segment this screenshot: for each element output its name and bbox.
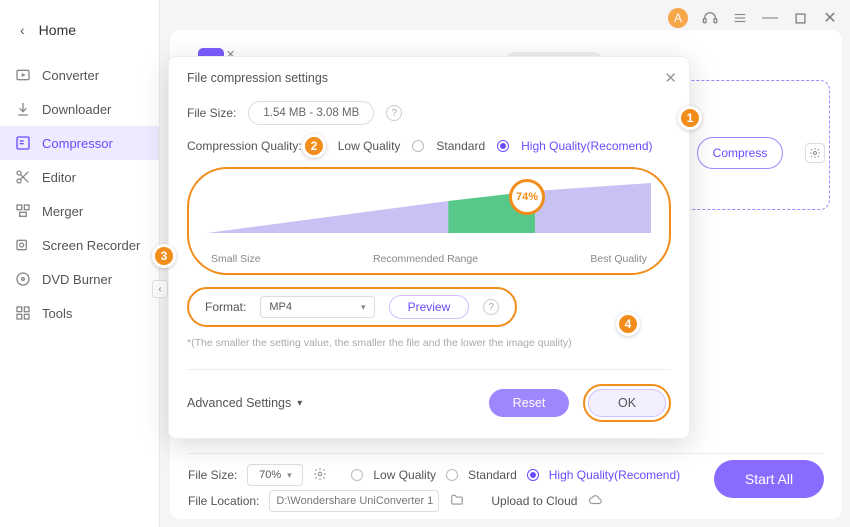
bottom-bar: File Size: 70%▾ Low Quality Standard Hig… (188, 453, 824, 513)
radio-standard[interactable] (446, 469, 458, 481)
slider-thumb[interactable]: 74% (509, 179, 545, 215)
bottom-high-label: High Quality(Recomend) (549, 468, 680, 482)
format-row: Format: MP4▾ Preview ? (187, 287, 517, 327)
hamburger-icon[interactable] (732, 11, 748, 25)
start-all-button[interactable]: Start All (714, 460, 824, 498)
upload-cloud-label: Upload to Cloud (491, 494, 577, 508)
file-size-range[interactable]: 1.54 MB - 3.08 MB (248, 101, 374, 125)
reset-button[interactable]: Reset (489, 389, 569, 417)
slider-label-small: Small Size (211, 253, 261, 265)
sidebar-item-dvd-burner[interactable]: DVD Burner (0, 262, 159, 296)
merge-icon (14, 203, 32, 219)
grid-icon (14, 305, 32, 321)
sidebar-item-tools[interactable]: Tools (0, 296, 159, 330)
bottom-standard-label: Standard (468, 468, 517, 482)
step-badge-1: 1 (678, 106, 702, 130)
ok-highlight: OK (583, 384, 671, 422)
record-icon (14, 237, 32, 253)
compression-settings-modal: File compression settings ✕ File Size: 1… (168, 56, 690, 439)
sidebar-item-label: Merger (42, 204, 83, 219)
sidebar-item-label: Compressor (42, 136, 113, 151)
sidebar-item-converter[interactable]: Converter (0, 58, 159, 92)
converter-icon (14, 67, 32, 83)
sidebar-item-label: DVD Burner (42, 272, 112, 287)
sidebar-item-compressor[interactable]: Compressor (0, 126, 159, 160)
back-home[interactable]: ‹ Home (0, 22, 159, 58)
quality-label: Compression Quality: (187, 139, 302, 153)
step-badge-2: 2 (302, 134, 326, 158)
headset-icon[interactable] (702, 10, 718, 26)
user-avatar[interactable]: A (668, 8, 688, 28)
bottom-low-label: Low Quality (373, 468, 436, 482)
modal-title: File compression settings (187, 71, 671, 85)
modal-close-icon[interactable]: ✕ (664, 69, 677, 87)
sidebar-item-label: Tools (42, 306, 72, 321)
low-quality-label: Low Quality (338, 139, 401, 153)
sidebar-item-label: Screen Recorder (42, 238, 140, 253)
format-label: Format: (205, 300, 246, 314)
chevron-down-icon: ▾ (297, 398, 302, 409)
cloud-icon[interactable] (587, 493, 605, 510)
collapse-handle[interactable]: ‹ (152, 280, 168, 298)
sidebar: ‹ Home Converter Downloader Compressor E… (0, 0, 160, 527)
compress-button[interactable]: Compress (697, 137, 783, 169)
slider-wedge-graphic (207, 183, 651, 253)
ok-button[interactable]: OK (588, 389, 666, 417)
close-icon[interactable]: ✕ (822, 8, 838, 28)
quality-slider[interactable]: 74% Small Size Recommended Range Best Qu… (187, 167, 671, 275)
bottom-file-size-label: File Size: (188, 468, 237, 482)
back-label: Home (39, 22, 76, 38)
sidebar-item-downloader[interactable]: Downloader (0, 92, 159, 126)
sidebar-item-label: Converter (42, 68, 99, 83)
bottom-location-label: File Location: (188, 494, 259, 508)
compressor-icon (14, 135, 32, 151)
gear-icon[interactable] (313, 467, 327, 484)
step-badge-3: 3 (152, 244, 176, 268)
format-select[interactable]: MP4▾ (260, 296, 374, 318)
help-icon[interactable]: ? (386, 105, 402, 121)
download-icon (14, 101, 32, 117)
standard-label: Standard (436, 139, 485, 153)
radio-standard[interactable] (412, 140, 424, 152)
disc-icon (14, 271, 32, 287)
slider-label-mid: Recommended Range (373, 253, 478, 265)
preview-button[interactable]: Preview (389, 295, 470, 319)
sidebar-item-label: Downloader (42, 102, 111, 117)
note-text: *(The smaller the setting value, the sma… (187, 337, 671, 349)
chevron-left-icon: ‹ (20, 22, 25, 38)
help-icon[interactable]: ? (483, 299, 499, 315)
bottom-file-size-select[interactable]: 70%▾ (247, 464, 303, 486)
sidebar-item-screen-recorder[interactable]: Screen Recorder (0, 228, 159, 262)
sidebar-item-editor[interactable]: Editor (0, 160, 159, 194)
file-size-label: File Size: (187, 106, 236, 120)
step-badge-4: 4 (616, 312, 640, 336)
radio-high[interactable] (497, 140, 509, 152)
gear-icon[interactable] (805, 143, 825, 163)
radio-low-quality[interactable] (351, 469, 363, 481)
minimize-icon[interactable]: — (762, 9, 778, 27)
window-titlebar: A — ✕ (660, 4, 846, 32)
high-quality-label: High Quality(Recomend) (521, 139, 652, 153)
maximize-icon[interactable] (792, 13, 808, 24)
folder-icon[interactable] (449, 493, 465, 510)
file-location-field[interactable]: D:\Wondershare UniConverter 1▾ (269, 490, 439, 512)
slider-label-best: Best Quality (590, 253, 647, 265)
radio-high-quality[interactable] (527, 469, 539, 481)
advanced-settings[interactable]: Advanced Settings▾ (187, 396, 302, 410)
sidebar-item-merger[interactable]: Merger (0, 194, 159, 228)
scissors-icon (14, 169, 32, 185)
sidebar-item-label: Editor (42, 170, 76, 185)
